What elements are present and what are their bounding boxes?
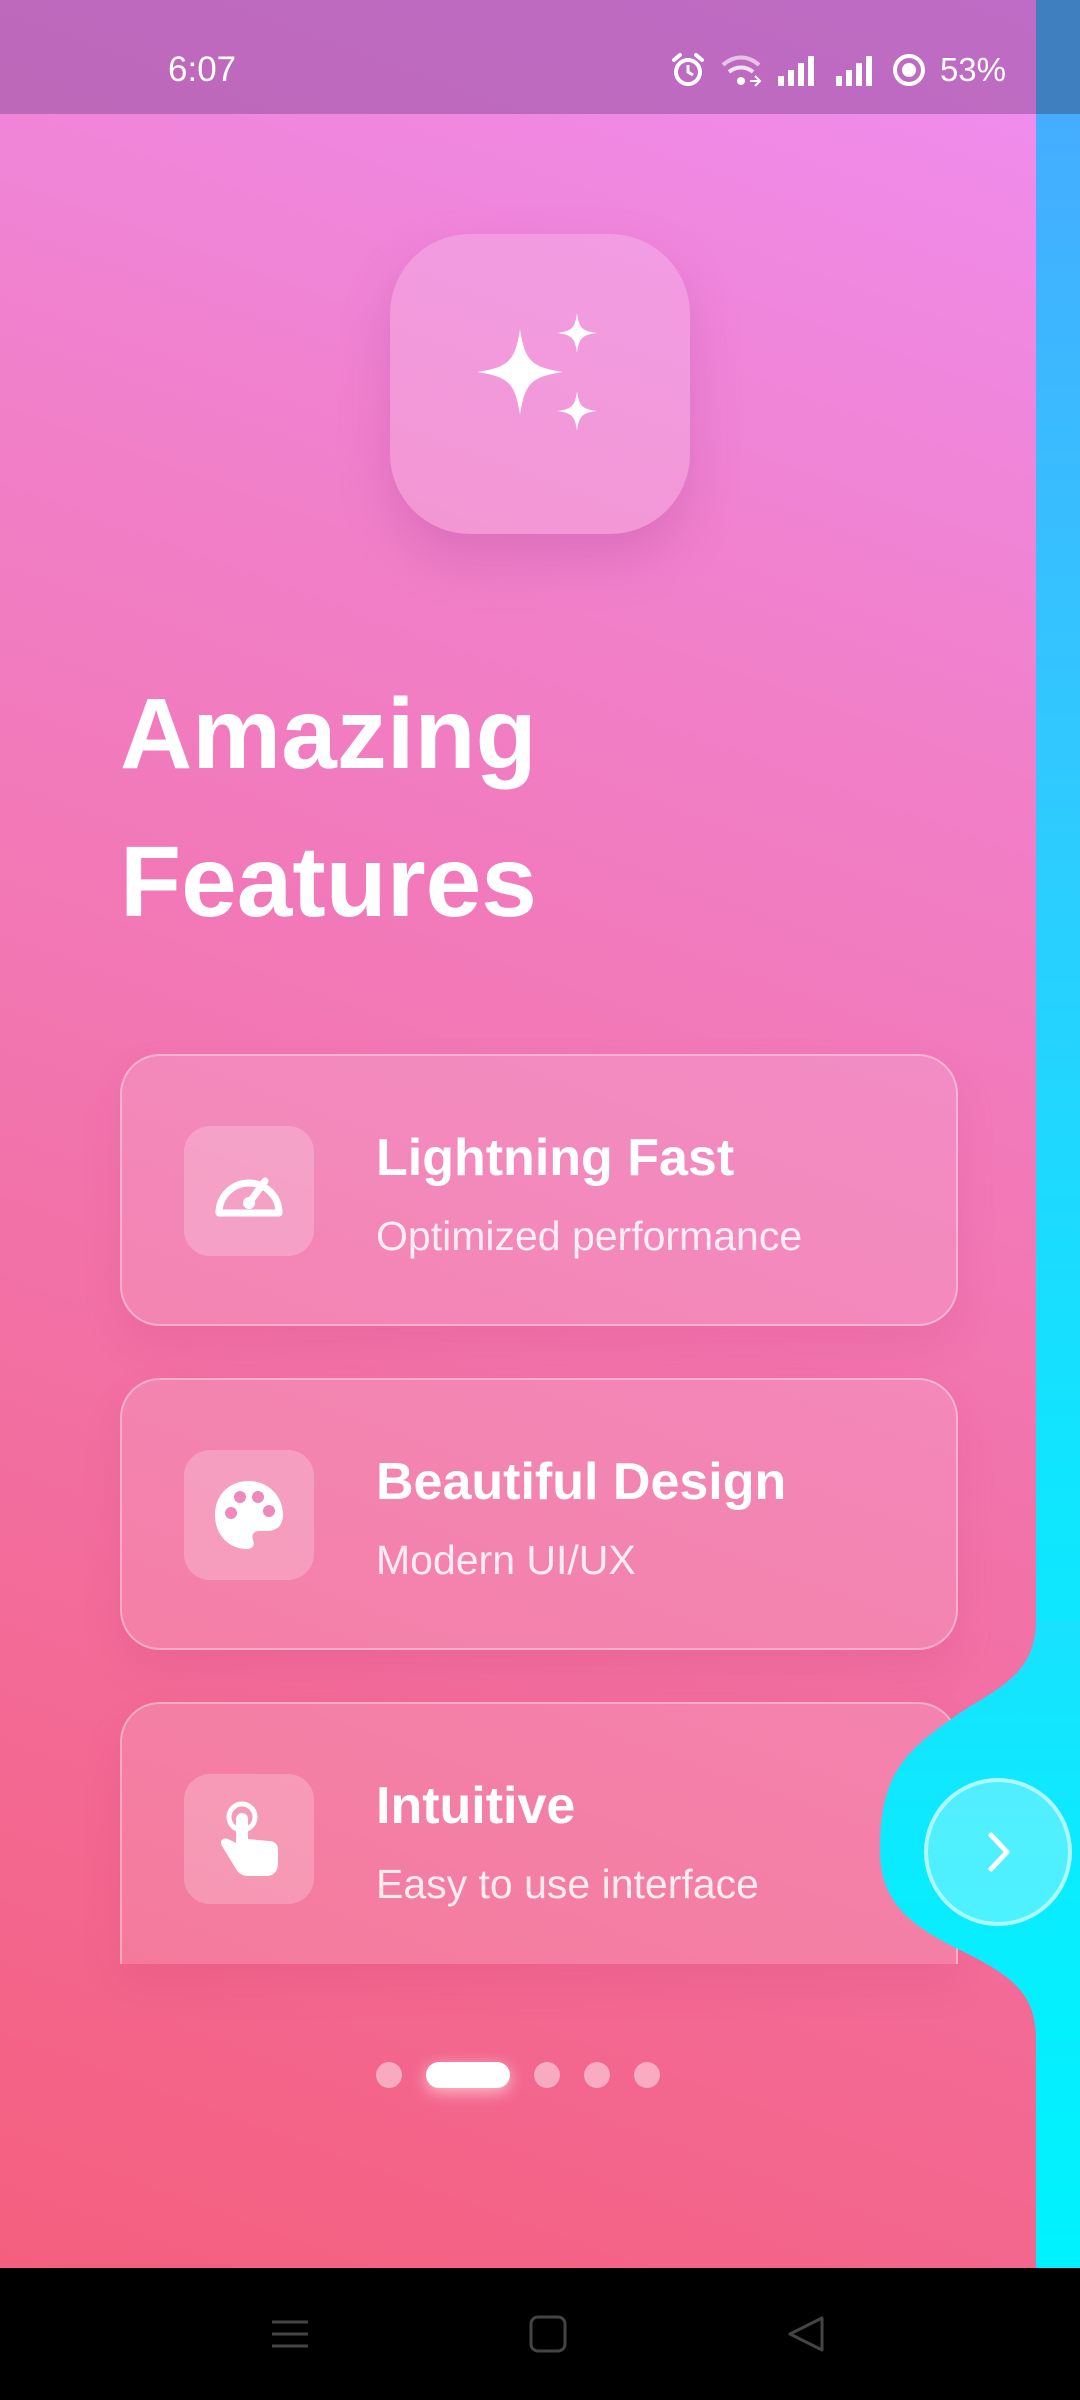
feature-card-beautiful-design[interactable]: Beautiful Design Modern UI/UX <box>120 1378 958 1650</box>
status-icons: 53% <box>670 50 1006 90</box>
sparkles-icon <box>477 313 597 431</box>
navigation-bar <box>0 2268 1080 2400</box>
chevron-right-icon <box>988 1832 1010 1872</box>
pagination-dot[interactable] <box>534 2062 560 2088</box>
next-button[interactable] <box>924 1778 1072 1926</box>
speedometer-icon <box>215 1177 283 1217</box>
feature-subtitle: Modern UI/UX <box>376 1537 636 1583</box>
page-title: Amazing Features <box>120 678 537 938</box>
palette-icon <box>215 1481 283 1549</box>
status-bar-strip <box>1036 0 1080 114</box>
feature-card-intuitive[interactable]: Intuitive Easy to use interface <box>120 1702 958 1964</box>
tap-hand-icon <box>220 1801 278 1876</box>
status-bar: 6:07 53% <box>0 0 1080 114</box>
signal-icon <box>835 56 872 86</box>
feature-subtitle: Easy to use interface <box>376 1861 759 1907</box>
pagination-dot[interactable] <box>634 2062 660 2088</box>
pagination-dot[interactable] <box>584 2062 610 2088</box>
feature-subtitle: Optimized performance <box>376 1213 803 1259</box>
onboarding-screen: Amazing Features Lightning Fast Optimize… <box>0 0 1080 2400</box>
home-icon <box>529 2315 567 2353</box>
home-button[interactable] <box>518 2304 578 2364</box>
hero-icon-tile <box>390 234 690 534</box>
battery-percent: 53% <box>939 51 1006 88</box>
feature-icon-tile <box>184 1450 314 1580</box>
feature-icon-tile <box>184 1126 314 1256</box>
feature-icon-tile <box>184 1774 314 1904</box>
status-time: 6:07 <box>168 50 237 89</box>
pagination-dots <box>0 2062 1036 2088</box>
recent-apps-button[interactable] <box>260 2304 320 2364</box>
pagination-dot-active[interactable] <box>426 2062 510 2088</box>
signal-icon <box>777 56 814 86</box>
back-icon <box>788 2316 824 2352</box>
battery-icon <box>892 54 925 86</box>
feature-title: Intuitive <box>376 1777 576 1835</box>
pagination-dot[interactable] <box>376 2062 402 2088</box>
alarm-icon <box>671 53 704 86</box>
feature-card-lightning-fast[interactable]: Lightning Fast Optimized performance <box>120 1054 958 1326</box>
wifi-icon <box>721 55 762 87</box>
menu-icon <box>272 2320 308 2348</box>
back-button[interactable] <box>776 2304 836 2364</box>
feature-title: Lightning Fast <box>376 1129 735 1187</box>
feature-title: Beautiful Design <box>376 1453 787 1511</box>
